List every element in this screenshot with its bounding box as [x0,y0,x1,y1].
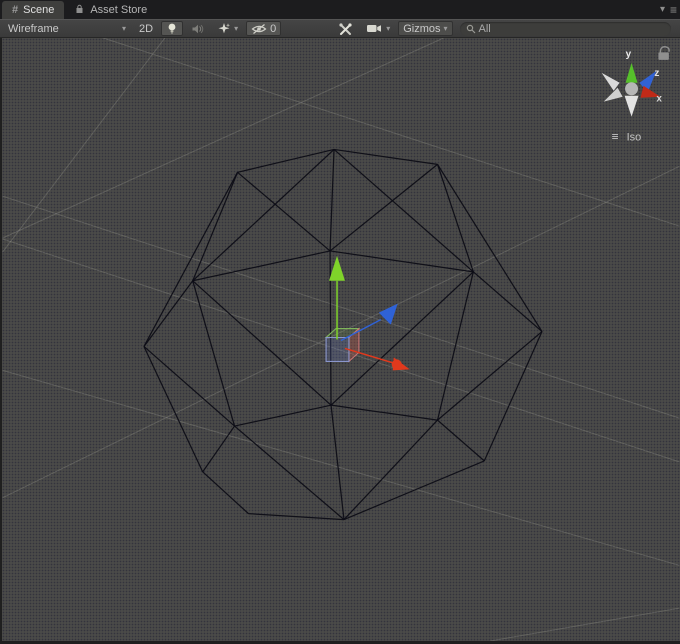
tab-dropdown-icon[interactable]: ▾ [660,4,665,15]
effects-dropdown-button[interactable]: ▾ [212,21,243,36]
tab-asset-store[interactable]: Asset Store [64,0,157,19]
chevron-down-icon: ▾ [121,23,126,33]
speaker-icon [191,23,204,35]
gizmos-dropdown[interactable]: Gizmos ▾ [398,21,453,36]
iso-label: Iso [627,131,642,143]
video-camera-icon [366,23,383,34]
axis-label-y: y [626,49,632,60]
axis-cone-+y [625,62,638,83]
scene-toolbar: Wireframe ▾ 2D ▾ 0 ▾ Gizmos ▾ All [0,19,680,38]
audio-toggle-button[interactable] [186,21,209,36]
scene-canvas[interactable]: y z x ≡ Iso [2,38,680,641]
chevron-down-icon: ▾ [234,23,239,33]
axis-label-z: z [654,68,659,79]
scene-tab-icon: # [12,3,19,16]
move-tool-gizmo[interactable] [324,255,410,371]
axis-label-x: x [656,94,662,105]
tab-bar: # Scene Asset Store ▾ ≡ [0,0,680,19]
orientation-gizmo[interactable]: y z x [601,49,663,117]
axis-cone--y [624,95,639,117]
camera-dropdown-button[interactable]: ▾ [361,21,395,36]
2d-toggle-button[interactable]: 2D [134,21,158,36]
tools-button[interactable] [333,21,358,36]
2d-label: 2D [139,22,154,35]
unity-scene-window: # Scene Asset Store ▾ ≡ Wireframe ▾ 2D ▾… [0,0,680,644]
gizmos-label: Gizmos [403,22,441,35]
axis-cone--x [601,72,620,91]
chevron-down-icon: ▾ [443,23,448,33]
search-value: All [478,22,491,35]
scene-search-field[interactable]: All [459,21,671,36]
eye-off-icon [251,23,267,35]
lighting-toggle-button[interactable] [161,21,184,36]
tab-scene[interactable]: # Scene [2,1,65,19]
hidden-objects-button[interactable]: 0 [246,21,282,36]
shading-mode-label: Wireframe [8,22,59,35]
move-gizmo-x-axis-head [392,357,410,371]
iso-projection-toggle[interactable]: ≡ Iso [612,129,642,143]
gizmo-cube-front-face [325,336,350,362]
lock-icon[interactable] [658,46,670,60]
wrench-screwdriver-icon [338,22,353,36]
iso-menu-icon: ≡ [612,129,619,143]
shading-mode-dropdown[interactable]: Wireframe ▾ [3,21,131,36]
hidden-count-label: 0 [270,22,277,35]
move-gizmo-z-axis-head [378,303,398,325]
gizmo-center-sphere [625,82,639,96]
move-gizmo-y-axis-head [329,255,345,281]
effects-star-icon [217,22,231,35]
shopping-bag-icon [74,4,85,15]
tab-menu-icon[interactable]: ≡ [670,3,677,17]
lightbulb-icon [166,22,178,35]
chevron-down-icon: ▾ [386,23,391,33]
tab-scene-label: Scene [23,4,55,16]
scene-viewport[interactable]: y z x ≡ Iso [0,38,680,644]
tab-asset-store-label: Asset Store [90,3,148,16]
search-icon [466,24,476,34]
